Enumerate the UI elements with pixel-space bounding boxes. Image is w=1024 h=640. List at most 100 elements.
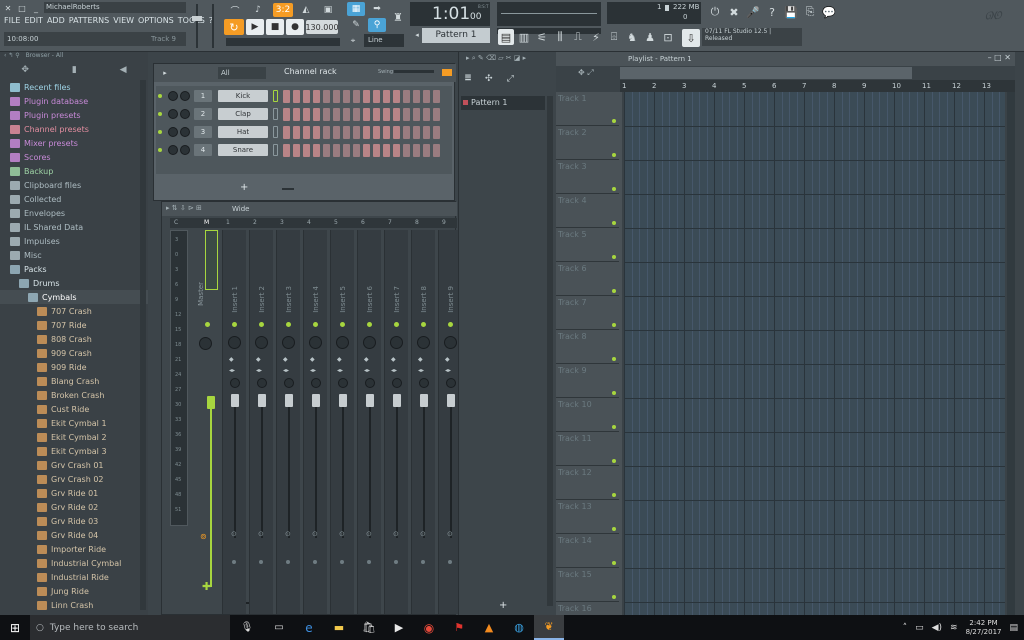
browser-item[interactable]: Envelopes [0,206,148,220]
step-button[interactable] [313,126,320,139]
step-button[interactable] [413,126,420,139]
cpu-reset-icon[interactable]: ⏻ [706,3,724,21]
insert-strip[interactable]: Insert 1 ◆ ◂▸ ⊙ [222,230,246,614]
browser-item[interactable]: Grv Ride 04 [0,528,148,542]
browser-item[interactable]: 909 Ride [0,360,148,374]
insert-strip[interactable]: Insert 6 ◆ ◂▸ ⊙ [357,230,381,614]
insert-fader[interactable] [312,394,320,407]
menu-options[interactable]: OPTIONS [138,16,174,25]
browser-item[interactable]: Collected [0,192,148,206]
master-led[interactable] [205,322,210,327]
swap-icon[interactable]: ◂▸ [337,367,343,374]
channel-name-button[interactable]: Kick [218,90,268,102]
master-volume-slider[interactable] [190,4,204,48]
browser-item[interactable]: Drums [0,276,148,290]
insert-stereo-knob[interactable] [230,378,240,388]
channel-select[interactable] [273,90,278,102]
insert-pan-knob[interactable] [309,336,322,349]
step-button[interactable] [433,108,440,121]
track-header[interactable]: Track 15 [556,568,619,602]
step-button[interactable] [413,90,420,103]
mixer-preset[interactable]: Wide [232,205,249,213]
send-dot[interactable] [232,560,236,564]
step-button[interactable] [333,108,340,121]
stereo-icon[interactable]: ◆ [310,356,315,363]
channel-number[interactable]: 3 [194,126,212,138]
tray-chevron-icon[interactable]: ˄ [903,623,908,633]
microphone-icon[interactable]: 🎙 [230,622,264,633]
loop-mode-button[interactable]: ↻ [224,19,244,35]
channel-rack-view-icon[interactable]: ⚟ [534,29,550,45]
track-header[interactable]: Track 14 [556,534,619,568]
export-icon[interactable]: ⎘ [801,3,819,21]
swap-icon[interactable]: ◂▸ [391,367,397,374]
stereo-icon[interactable]: ◆ [283,356,288,363]
track-header[interactable]: Track 4 [556,194,619,228]
send-dot[interactable] [394,560,398,564]
insert-stereo-knob[interactable] [284,378,294,388]
insert-led[interactable] [394,322,399,327]
master-send-icon[interactable]: ✚ [202,580,211,593]
browser-item[interactable]: 707 Ride [0,318,148,332]
step-button[interactable] [393,90,400,103]
browser-item[interactable]: 808 Crash [0,332,148,346]
route-icon[interactable]: ⊙ [258,530,264,538]
insert-led[interactable] [232,322,237,327]
pattern-digital[interactable]: 3:2 [273,3,293,17]
audio-icon[interactable]: ✣ [485,74,493,84]
pattern-clip[interactable]: Pattern 1 [461,96,545,110]
swap-icon[interactable]: ◂▸ [418,367,424,374]
swap-icon[interactable]: ◂▸ [283,367,289,374]
stereo-icon[interactable]: ◆ [256,356,261,363]
save-icon[interactable]: 💾 [782,3,800,21]
metronome-icon[interactable]: ◭ [297,3,315,17]
clock[interactable]: 2:42 PM 8/27/2017 [966,619,1002,637]
insert-stereo-knob[interactable] [419,378,429,388]
plugin-picker-icon[interactable]: ⚡ [588,29,604,45]
step-button[interactable] [383,90,390,103]
chrome-icon[interactable]: ◉ [414,621,444,635]
insert-stereo-knob[interactable] [392,378,402,388]
master-pan-knob[interactable] [199,337,212,350]
edge-icon[interactable]: e [294,621,324,635]
send-dot[interactable] [448,560,452,564]
track-header[interactable]: Track 9 [556,364,619,398]
browser-item[interactable]: Grv Ride 01 [0,486,148,500]
master-route-icon[interactable]: ⊚ [200,532,210,541]
insert-pan-knob[interactable] [363,336,376,349]
channel-led[interactable] [158,94,162,98]
step-button[interactable] [303,108,310,121]
step-button[interactable] [353,108,360,121]
browser-item[interactable]: 909 Crash [0,346,148,360]
browser-item[interactable]: Broken Crash [0,388,148,402]
browser-item[interactable]: Plugin presets [0,108,148,122]
step-button[interactable] [363,144,370,157]
browser-item[interactable]: Cymbals [0,290,148,304]
step-button[interactable] [393,126,400,139]
swing-slider[interactable] [394,70,434,73]
typing-keyboard-icon[interactable]: ▦ [347,2,365,16]
wifi-icon[interactable]: ≋ [950,623,958,633]
swap-icon[interactable]: ◂▸ [310,367,316,374]
step-button[interactable] [343,144,350,157]
touch-controller-icon[interactable]: ♟ [642,29,658,45]
step-edit-icon[interactable]: ➡ [368,2,386,16]
step-button[interactable] [393,108,400,121]
send-dot[interactable] [259,560,263,564]
insert-stereo-knob[interactable] [365,378,375,388]
step-button[interactable] [403,90,410,103]
route-icon[interactable]: ⊙ [447,530,453,538]
track-led[interactable] [612,119,616,123]
track-led[interactable] [612,391,616,395]
help-view-icon[interactable]: ⊡ [660,29,676,45]
stereo-icon[interactable]: ◆ [418,356,423,363]
file-icon[interactable]: ▮ [72,65,77,75]
recording-options-icon[interactable]: ♜ [389,2,407,32]
browser-scrollbar[interactable] [140,80,146,610]
step-button[interactable] [333,144,340,157]
step-button[interactable] [293,108,300,121]
track-led[interactable] [612,187,616,191]
vlc-icon[interactable]: ▲ [474,621,504,634]
insert-led[interactable] [340,322,345,327]
stop-button[interactable]: ■ [266,19,284,35]
